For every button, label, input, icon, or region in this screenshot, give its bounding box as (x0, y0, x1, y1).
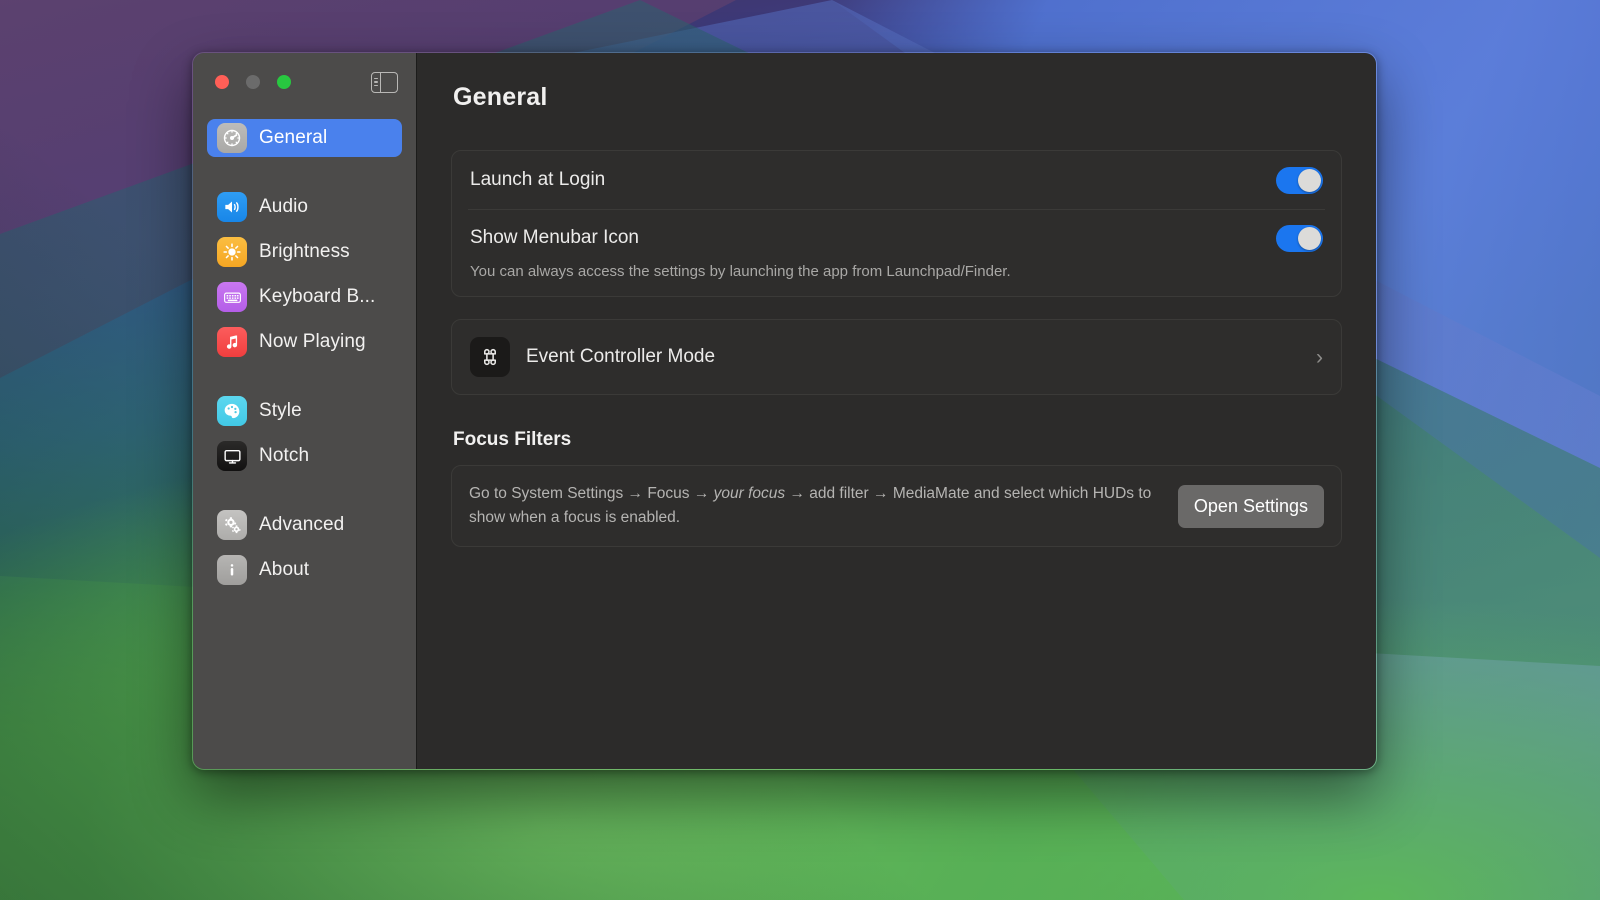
show-menubar-icon-description: You can always access the settings by la… (470, 262, 1323, 282)
launch-at-login-toggle[interactable] (1276, 167, 1323, 194)
display-icon (217, 441, 247, 471)
sidebar-item-label: Audio (259, 196, 308, 218)
sidebar-toggle-pane (372, 73, 381, 92)
page-title: General (453, 83, 1342, 112)
close-button[interactable] (215, 75, 229, 89)
focus-filters-description: Go to System Settings → Focus → your foc… (469, 482, 1162, 530)
focus-filters-card: Go to System Settings → Focus → your foc… (451, 465, 1342, 547)
sidebar-item-brightness[interactable]: Brightness (207, 233, 402, 271)
sidebar-item-label: Notch (259, 445, 309, 467)
general-settings-card: Launch at Login Show Menubar Icon You ca… (451, 150, 1342, 297)
show-menubar-icon-toggle[interactable] (1276, 225, 1323, 252)
sidebar-group-divider (207, 164, 402, 188)
sidebar-item-notch[interactable]: Notch (207, 437, 402, 475)
sidebar-item-label: Advanced (259, 514, 344, 536)
sidebar-item-label: Style (259, 400, 302, 422)
sidebar-item-about[interactable]: About (207, 551, 402, 589)
show-menubar-icon-row: Show Menubar Icon You can always access … (452, 210, 1341, 296)
window-titlebar (193, 53, 416, 111)
launch-at-login-label: Launch at Login (470, 169, 1276, 191)
sidebar-item-label: Now Playing (259, 331, 366, 353)
sidebar-nav: General Audio (193, 111, 416, 589)
focus-filters-heading: Focus Filters (453, 429, 1342, 451)
traffic-light-controls (215, 75, 291, 89)
toggle-knob (1298, 227, 1321, 250)
palette-icon (217, 396, 247, 426)
keyboard-icon (217, 282, 247, 312)
sidebar-item-advanced[interactable]: Advanced (207, 506, 402, 544)
launch-at-login-row: Launch at Login (452, 151, 1341, 209)
desktop-wallpaper: General Audio (0, 0, 1600, 900)
sidebar: General Audio (193, 53, 417, 769)
zoom-button[interactable] (277, 75, 291, 89)
gear-icon (217, 123, 247, 153)
event-controller-mode-row[interactable]: Event Controller Mode › (452, 320, 1341, 394)
music-note-icon (217, 327, 247, 357)
sidebar-item-label: About (259, 559, 309, 581)
toggle-knob (1298, 169, 1321, 192)
focus-description-part1: Go to System Settings → Focus → (469, 485, 714, 502)
speaker-icon (217, 192, 247, 222)
sidebar-item-label: General (259, 127, 327, 149)
event-controller-mode-card[interactable]: Event Controller Mode › (451, 319, 1342, 395)
gears-icon (217, 510, 247, 540)
show-menubar-icon-header: Show Menubar Icon (470, 212, 1323, 264)
sun-icon (217, 237, 247, 267)
open-settings-button[interactable]: Open Settings (1178, 485, 1324, 528)
show-menubar-icon-label: Show Menubar Icon (470, 227, 1276, 249)
sidebar-item-general[interactable]: General (207, 119, 402, 157)
sidebar-item-label: Keyboard B... (259, 286, 375, 308)
command-icon (470, 337, 510, 377)
settings-window: General Audio (192, 52, 1377, 770)
sidebar-item-now-playing[interactable]: Now Playing (207, 323, 402, 361)
sidebar-group-divider (207, 368, 402, 392)
sidebar-item-label: Brightness (259, 241, 350, 263)
event-controller-mode-label: Event Controller Mode (526, 346, 1300, 368)
toggle-sidebar-icon[interactable] (371, 72, 398, 93)
info-icon (217, 555, 247, 585)
sidebar-item-audio[interactable]: Audio (207, 188, 402, 226)
sidebar-item-style[interactable]: Style (207, 392, 402, 430)
focus-description-emphasis: your focus (714, 485, 786, 502)
sidebar-item-keyboard-backlight[interactable]: Keyboard B... (207, 278, 402, 316)
minimize-button[interactable] (246, 75, 260, 89)
content-pane: General Launch at Login Show Menubar Ico… (417, 53, 1376, 769)
sidebar-group-divider (207, 482, 402, 506)
chevron-right-icon: › (1316, 347, 1323, 368)
